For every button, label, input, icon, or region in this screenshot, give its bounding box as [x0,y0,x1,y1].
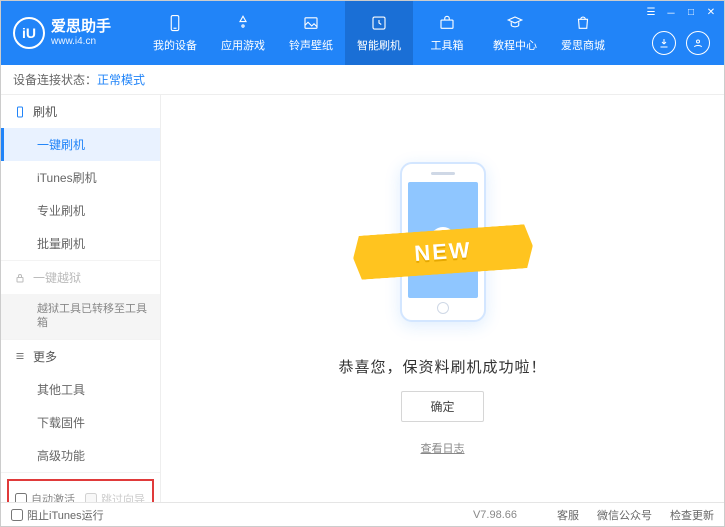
brand-logo: iU [13,17,45,49]
menu-icon[interactable]: ☰ [644,5,658,19]
status-value: 正常模式 [97,71,145,88]
list-icon [13,349,27,363]
minimize-icon[interactable]: － [664,5,678,19]
tutorial-icon [505,13,525,33]
nav-label: 爱思商城 [561,37,605,53]
status-footer: 阻止iTunes运行 V7.98.66 客服 微信公众号 检查更新 [1,502,724,526]
brand-block: iU 爱思助手 www.i4.cn [1,17,141,49]
app-header: iU 爱思助手 www.i4.cn 我的设备 应用游戏 铃声壁纸 智能刷机 [1,1,724,65]
sidebar-item-pro-flash[interactable]: 专业刷机 [1,194,160,227]
sidebar-section-jailbreak: 一键越狱 [1,261,160,294]
checkbox-label: 跳过向导 [101,491,145,502]
sidebar-item-other-tools[interactable]: 其他工具 [1,373,160,406]
nav-my-device[interactable]: 我的设备 [141,1,209,65]
nav-flash[interactable]: 智能刷机 [345,1,413,65]
footer-link-wechat[interactable]: 微信公众号 [597,507,652,523]
flash-icon [369,13,389,33]
sidebar-section-flash[interactable]: 刷机 [1,95,160,128]
sidebar-item-oneclick-flash[interactable]: 一键刷机 [1,128,160,161]
footer-link-support[interactable]: 客服 [557,507,579,523]
checkbox-label: 自动激活 [31,491,75,502]
flash-section-icon [13,105,27,119]
user-icon[interactable] [686,31,710,55]
brand-url: www.i4.cn [51,36,111,47]
block-itunes-checkbox[interactable]: 阻止iTunes运行 [11,507,104,523]
lock-icon [13,271,27,285]
checkbox-label: 阻止iTunes运行 [27,507,104,523]
nav-ring-wallpaper[interactable]: 铃声壁纸 [277,1,345,65]
sidebar-section-label: 一键越狱 [33,269,81,286]
success-message: 恭喜您，保资料刷机成功啦！ [338,356,546,377]
nav-apps-games[interactable]: 应用游戏 [209,1,277,65]
main-panel: NEW 恭喜您，保资料刷机成功啦！ 确定 查看日志 [161,95,724,502]
jailbreak-moved-note: 越狱工具已转移至工具箱 [1,294,160,339]
download-icon[interactable] [652,31,676,55]
window-controls: ☰ － □ ✕ [644,5,718,19]
close-icon[interactable]: ✕ [704,5,718,19]
toolbox-icon [437,13,457,33]
sidebar-item-itunes-flash[interactable]: iTunes刷机 [1,161,160,194]
auto-activate-checkbox[interactable]: 自动激活 [15,491,75,502]
connection-status-bar: 设备连接状态： 正常模式 [1,65,724,95]
view-log-link[interactable]: 查看日志 [421,440,465,456]
nav-label: 我的设备 [153,37,197,53]
success-illustration: NEW [343,142,543,342]
nav-label: 工具箱 [431,37,464,53]
nav-label: 智能刷机 [357,37,401,53]
nav-tutorials[interactable]: 教程中心 [481,1,549,65]
flash-options-box: 自动激活 跳过向导 [7,479,154,502]
device-icon [165,13,185,33]
status-label: 设备连接状态： [13,71,97,88]
top-nav: 我的设备 应用游戏 铃声壁纸 智能刷机 工具箱 教程中心 [141,1,724,65]
apps-icon [233,13,253,33]
sidebar: 刷机 一键刷机 iTunes刷机 专业刷机 批量刷机 一键越狱 越狱工具已转移至… [1,95,161,502]
footer-link-check-update[interactable]: 检查更新 [670,507,714,523]
nav-label: 教程中心 [493,37,537,53]
brand-title: 爱思助手 [51,19,111,36]
sidebar-section-label: 更多 [33,348,57,365]
sidebar-section-more[interactable]: 更多 [1,340,160,373]
sidebar-section-label: 刷机 [33,103,57,120]
version-label: V7.98.66 [473,509,517,521]
nav-toolbox[interactable]: 工具箱 [413,1,481,65]
nav-label: 铃声壁纸 [289,37,333,53]
sidebar-item-batch-flash[interactable]: 批量刷机 [1,227,160,260]
nav-label: 应用游戏 [221,37,265,53]
new-ribbon: NEW [351,223,534,279]
store-icon [573,13,593,33]
confirm-button[interactable]: 确定 [401,391,483,422]
nav-store[interactable]: 爱思商城 [549,1,617,65]
sidebar-item-advanced[interactable]: 高级功能 [1,439,160,472]
sidebar-item-download-firmware[interactable]: 下载固件 [1,406,160,439]
wallpaper-icon [301,13,321,33]
maximize-icon[interactable]: □ [684,5,698,19]
skip-guide-checkbox[interactable]: 跳过向导 [85,491,145,502]
